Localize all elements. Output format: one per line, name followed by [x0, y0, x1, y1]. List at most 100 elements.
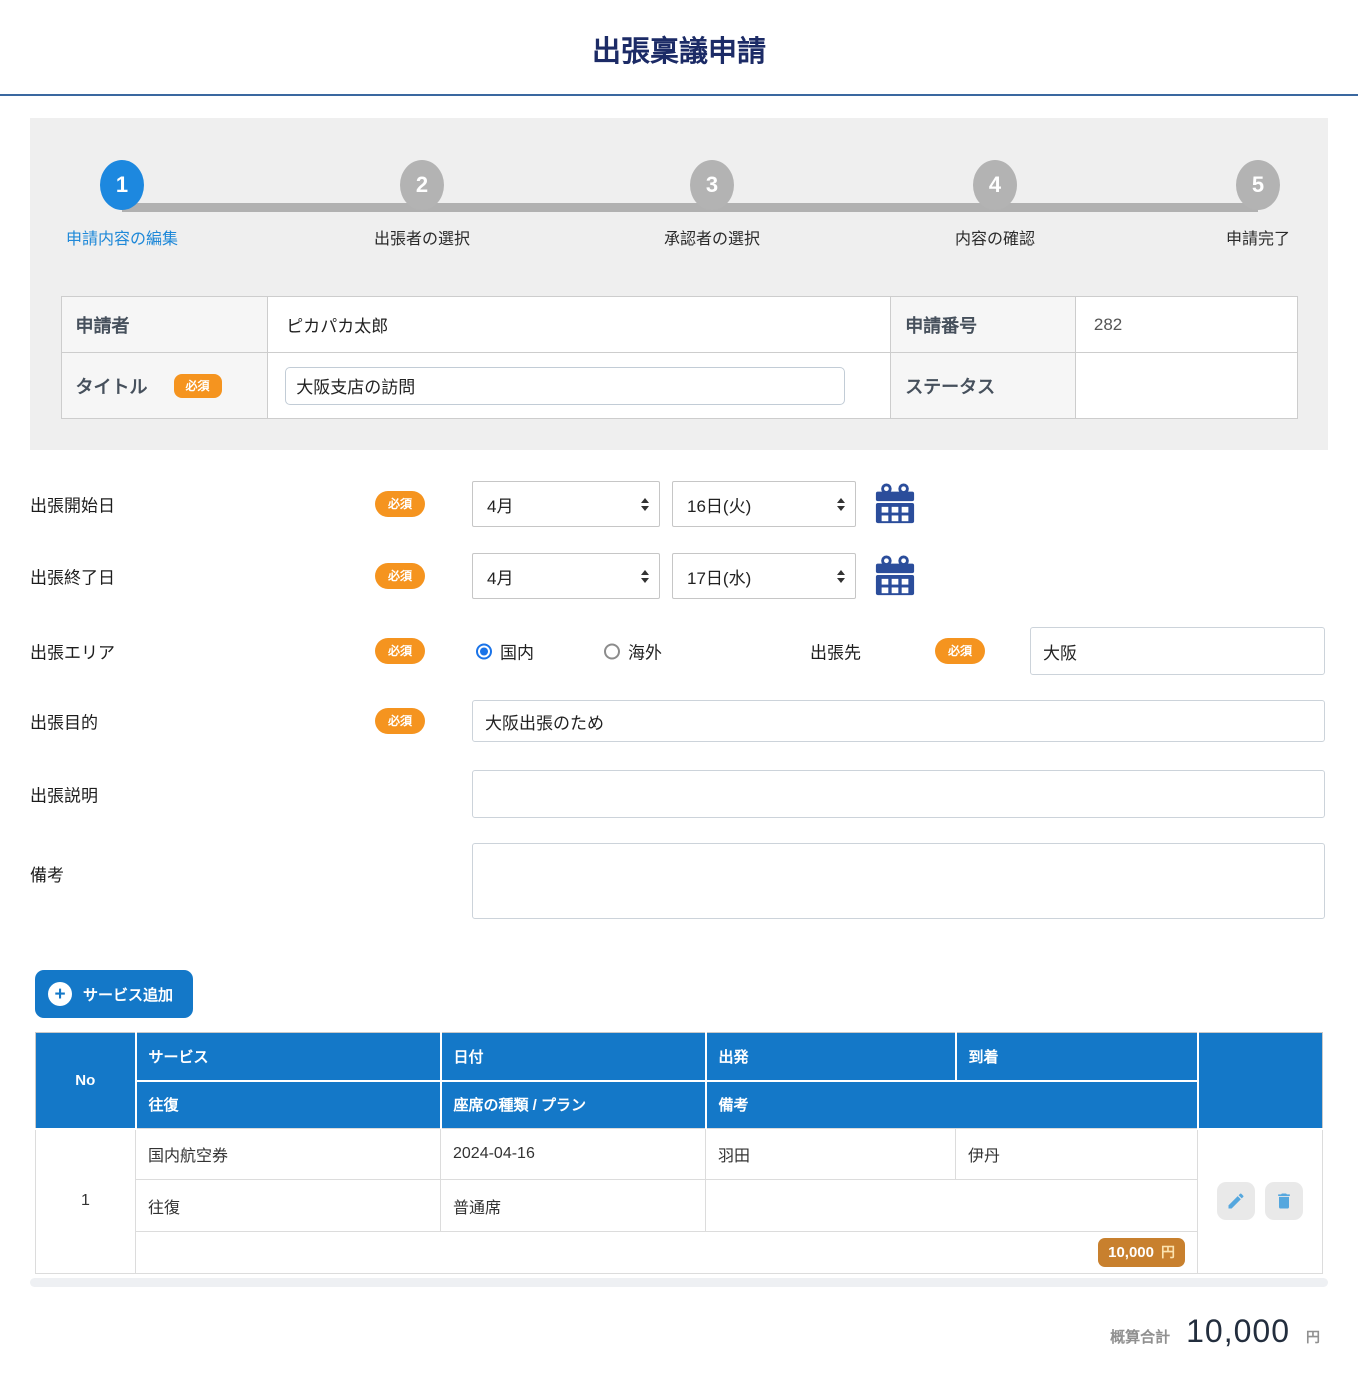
required-badge: 必須 — [375, 708, 426, 734]
required-badge: 必須 — [375, 563, 426, 589]
remarks-label: 備考 — [30, 866, 64, 885]
end-day-select[interactable]: 17日(水) — [672, 553, 856, 599]
status-label: ステータス — [890, 352, 1076, 419]
trip-form: 出張開始日 必須 4月 16日(火) 出張終了日 必須 4月 17日(水) 出張… — [30, 481, 1328, 919]
estimated-total: 概算合計 10,000 円 — [0, 1313, 1320, 1350]
table-row: 1 国内航空券 2024-04-16 羽田 伊丹 — [35, 1128, 1323, 1274]
radio-domestic[interactable]: 国内 — [476, 639, 534, 664]
radio-overseas[interactable]: 海外 — [604, 639, 662, 664]
required-badge: 必須 — [375, 638, 426, 664]
required-badge: 必須 — [935, 638, 986, 664]
step-2-travelers[interactable]: 2 出張者の選択 — [374, 160, 470, 249]
end-day-value: 17日(水) — [687, 568, 752, 588]
step-circle: 1 — [99, 160, 144, 210]
end-month-select[interactable]: 4月 — [472, 553, 660, 599]
page-title: 出張稟議申請 — [591, 36, 766, 68]
description-input[interactable] — [472, 770, 1325, 818]
col-header-round-trip: 往復 — [135, 1080, 442, 1129]
start-month-select[interactable]: 4月 — [472, 481, 660, 527]
description-label: 出張説明 — [30, 786, 98, 806]
start-day-value: 16日(火) — [687, 496, 752, 516]
total-label: 概算合計 — [1110, 1329, 1171, 1346]
col-header-departure: 出発 — [705, 1032, 957, 1082]
radio-domestic-label: 国内 — [500, 643, 534, 663]
col-header-actions — [1197, 1032, 1323, 1130]
step-label: 出張者の選択 — [373, 231, 471, 248]
end-month-value: 4月 — [487, 568, 514, 588]
step-label: 内容の確認 — [954, 231, 1036, 248]
trash-icon — [1278, 1193, 1290, 1209]
row-round-trip: 往復 — [135, 1179, 441, 1232]
row-no: 1 — [35, 1128, 136, 1274]
radio-overseas-label: 海外 — [628, 643, 662, 663]
service-section: + サービス追加 No サービス 日付 出発 到着 往復 座席の種類 / プラン… — [35, 970, 1323, 1274]
row-actions — [1197, 1128, 1323, 1274]
edit-row-button[interactable] — [1217, 1182, 1255, 1221]
step-3-approvers[interactable]: 3 承認者の選択 — [664, 160, 760, 249]
total-value: 10,000 — [1186, 1313, 1290, 1349]
price-badge: 10,000 円 — [1098, 1238, 1185, 1267]
purpose-input[interactable] — [472, 700, 1325, 742]
row-departure: 羽田 — [705, 1128, 956, 1180]
add-service-label: サービス追加 — [83, 986, 174, 1004]
applicant-label: 申請者 — [60, 296, 269, 353]
application-number-value: 282 — [1074, 296, 1298, 353]
application-number-label: 申請番号 — [890, 296, 1076, 353]
step-circle: 4 — [972, 160, 1017, 210]
title-input[interactable] — [285, 366, 846, 405]
start-month-value: 4月 — [487, 496, 514, 516]
start-day-select[interactable]: 16日(火) — [672, 481, 856, 527]
calendar-icon — [875, 555, 915, 596]
end-date-calendar-button[interactable] — [874, 554, 916, 598]
select-spinner-icon — [641, 497, 649, 511]
plus-icon: + — [48, 982, 72, 1006]
select-spinner-icon — [837, 497, 845, 511]
delete-row-button[interactable] — [1265, 1182, 1303, 1221]
pencil-icon — [1228, 1193, 1244, 1209]
step-circle: 2 — [399, 160, 444, 210]
end-date-label: 出張終了日 — [30, 568, 115, 588]
step-5-complete[interactable]: 5 申請完了 — [1226, 160, 1290, 249]
remarks-textarea[interactable] — [472, 843, 1325, 919]
start-date-calendar-button[interactable] — [874, 482, 916, 526]
step-1-edit[interactable]: 1 申請内容の編集 — [66, 160, 178, 249]
add-service-button[interactable]: + サービス追加 — [35, 970, 194, 1018]
step-label: 承認者の選択 — [663, 231, 761, 248]
start-date-label: 出張開始日 — [30, 496, 115, 516]
row-arrival: 伊丹 — [955, 1128, 1198, 1180]
applicant-table: 申請者 ピカパカ太郎 申請番号 282 タイトル 必須 ステータス — [60, 296, 1298, 419]
purpose-label: 出張目的 — [30, 713, 98, 733]
radio-selected-icon — [476, 643, 492, 659]
row-service: 国内航空券 — [135, 1128, 441, 1180]
select-spinner-icon — [641, 569, 649, 583]
title-divider — [0, 94, 1358, 96]
step-label: 申請完了 — [1225, 231, 1291, 248]
price-value: 10,000 — [1108, 1244, 1154, 1261]
col-header-arrival: 到着 — [955, 1032, 1199, 1082]
destination-label: 出張先 — [810, 643, 861, 663]
title-label: タイトル — [75, 376, 148, 397]
col-header-date: 日付 — [440, 1032, 707, 1082]
col-header-service: サービス — [135, 1032, 442, 1082]
table-row: 往復 普通席 — [36, 1179, 1323, 1232]
step-circle: 3 — [689, 160, 734, 210]
required-badge: 必須 — [173, 373, 222, 398]
select-spinner-icon — [837, 569, 845, 583]
table-row: 10,000 円 — [36, 1231, 1323, 1274]
col-header-note: 備考 — [705, 1080, 1199, 1129]
col-header-no: No — [35, 1032, 137, 1130]
service-table: No サービス 日付 出発 到着 往復 座席の種類 / プラン 備考 1 国内航… — [35, 1032, 1323, 1274]
applicant-value: ピカパカ太郎 — [267, 296, 892, 353]
area-label: 出張エリア — [30, 643, 115, 663]
radio-unselected-icon — [604, 643, 620, 659]
row-note — [705, 1179, 1198, 1232]
row-date: 2024-04-16 — [440, 1128, 706, 1180]
table-horizontal-scrollbar[interactable] — [30, 1278, 1328, 1287]
step-label: 申請内容の編集 — [65, 231, 179, 248]
destination-input[interactable] — [1030, 627, 1325, 675]
required-badge: 必須 — [375, 491, 426, 517]
row-price-cell: 10,000 円 — [135, 1231, 1198, 1274]
stepper: 1 申請内容の編集 2 出張者の選択 3 承認者の選択 4 内容の確認 5 申請… — [30, 150, 1328, 268]
status-value — [1074, 352, 1298, 419]
step-4-confirm[interactable]: 4 内容の確認 — [955, 160, 1035, 249]
